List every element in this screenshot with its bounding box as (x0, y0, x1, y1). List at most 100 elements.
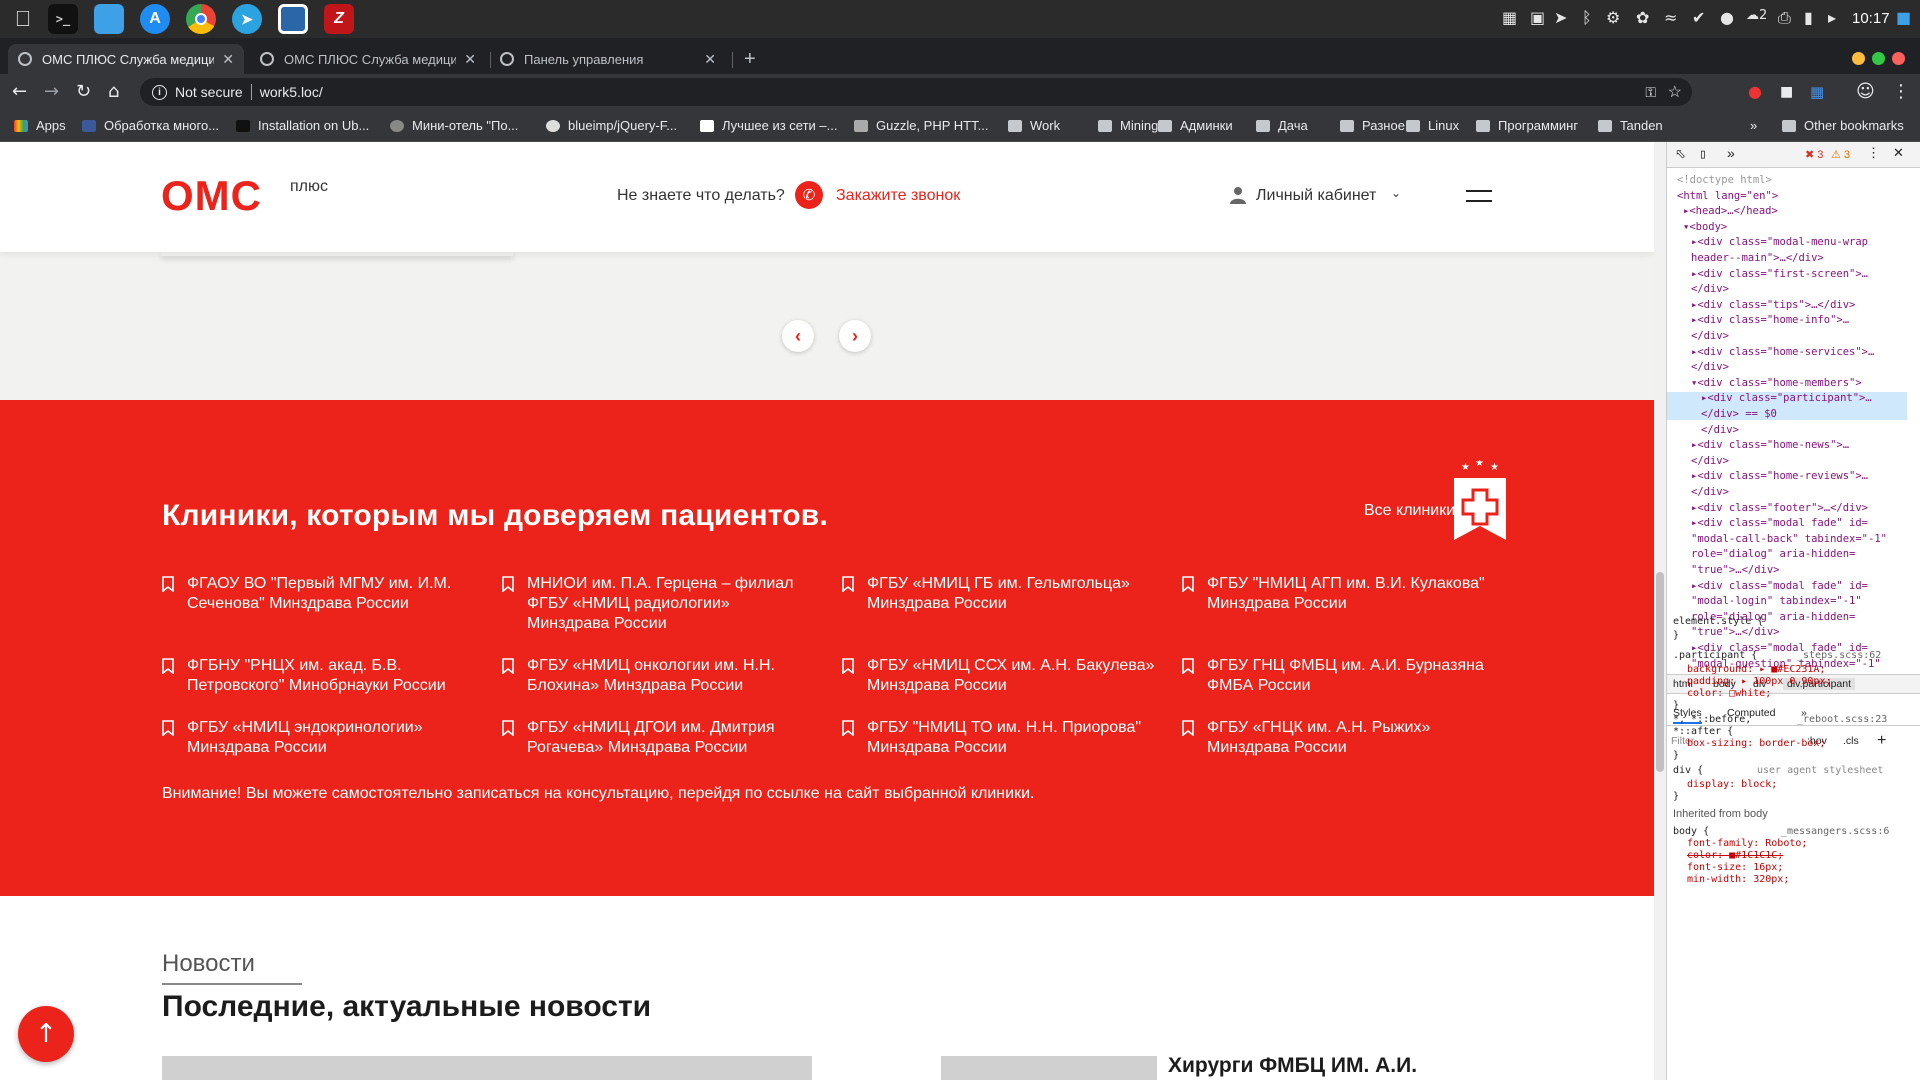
bookmark-star-icon[interactable]: ☆ (1668, 82, 1682, 102)
clinic-item[interactable]: ФГБУ «НМИЦ ССХ им. А.Н. Бакулева» Минздра… (842, 656, 1154, 696)
bookmarks-overflow-icon[interactable]: » (1750, 118, 1757, 133)
style-line[interactable]: } (1673, 750, 1679, 761)
bookmark-folder[interactable]: Work (1008, 118, 1060, 133)
dom-line[interactable]: ▸<div class="modal fade" id= (1691, 517, 1868, 529)
bookmark-folder[interactable]: Дача (1256, 118, 1308, 133)
tray-app-icon[interactable]: ⚙ (1606, 8, 1620, 27)
style-line[interactable]: color: ■#1C1C1C; (1687, 850, 1783, 861)
tab-1[interactable]: ОМС ПЛЮС Служба медици ✕ (8, 44, 244, 74)
style-line[interactable]: _messangers.scss:6 (1781, 826, 1889, 837)
news-headline[interactable]: Хирурги ФМБЦ ИМ. А.И. (1168, 1054, 1417, 1078)
dom-line[interactable]: </div> (1701, 424, 1739, 436)
dom-line[interactable]: ▸<div class="home-info">… (1691, 314, 1849, 326)
chrome-menu-icon[interactable]: ⋮ (1892, 82, 1910, 102)
tray-app2-icon[interactable]: ✿ (1636, 8, 1649, 27)
dom-line[interactable]: ▸<div class="tips">…</div> (1691, 299, 1855, 311)
dom-line[interactable]: "true">…</div> (1691, 626, 1780, 638)
dom-line[interactable]: ▾<div class="home-members"> (1691, 377, 1862, 389)
bookmark-folder[interactable]: Программинг (1476, 118, 1578, 133)
translate-icon[interactable]: ▦ (1810, 82, 1824, 102)
style-line[interactable]: div { (1673, 765, 1703, 776)
style-line[interactable]: display: block; (1687, 779, 1777, 790)
dom-line[interactable]: "modal-login" tabindex="-1" (1691, 595, 1862, 607)
dom-line[interactable]: </div> (1691, 486, 1729, 498)
news-image[interactable] (162, 1056, 812, 1080)
bookmark-item[interactable]: Мини-отель "По... (390, 118, 518, 133)
clinic-item[interactable]: ФГБУ «НМИЦ онкологии им. Н.Н. Блохина» Ми… (502, 656, 775, 696)
slider-next-button[interactable]: › (839, 320, 871, 352)
bookmark-item[interactable]: Installation on Ub... (236, 118, 369, 133)
site-logo[interactable]: ОМС (161, 172, 262, 220)
dom-line[interactable]: ▸<div class="home-news">… (1691, 439, 1849, 451)
clinic-item[interactable]: ФГБУ "НМИЦ ТО им. Н.Н. Приорова" Минздрав… (842, 718, 1141, 758)
style-line[interactable]: box-sizing: border-box; (1687, 738, 1825, 749)
warning-count[interactable]: ⚠ 3 (1831, 148, 1850, 161)
bookmark-folder[interactable]: Разное (1340, 118, 1405, 133)
maximize-window-button[interactable] (1872, 52, 1885, 65)
close-devtools-icon[interactable]: ✕ (1893, 146, 1904, 161)
more-panels-icon[interactable]: » (1727, 145, 1735, 161)
dom-line[interactable]: </div> (1691, 455, 1729, 467)
bookmark-item[interactable]: Guzzle, PHP HTT... (854, 118, 988, 133)
wifi-icon[interactable]: ≈ (1664, 8, 1677, 27)
style-line[interactable]: *, *::before, (1673, 714, 1751, 725)
sound-icon[interactable]: ▸ (1828, 8, 1836, 27)
bookmark-folder[interactable]: Tanden (1598, 118, 1663, 133)
style-line[interactable]: _reboot.scss:23 (1797, 714, 1887, 725)
address-bar[interactable]: i Not secure work5.loc/ ⚿ ☆ (140, 78, 1692, 106)
close-window-button[interactable] (1892, 52, 1905, 65)
style-line[interactable]: user agent stylesheet (1757, 765, 1883, 776)
clinic-item[interactable]: ФГБНУ "РНЦХ им. акад. Б.В. Петровского" М… (162, 656, 446, 696)
add-style-rule-icon[interactable]: + (1877, 732, 1886, 750)
style-line[interactable]: } (1673, 630, 1679, 641)
clinic-item[interactable]: МНИОИ им. П.А. Герцена – филиал ФГБУ «НМИ… (502, 574, 794, 634)
bookmark-folder[interactable]: Админки (1158, 118, 1233, 133)
clinic-item[interactable]: ФГБУ «НМИЦ ГБ им. Гельмгольца» Минздрава … (842, 574, 1130, 614)
reload-icon[interactable]: ↻ (76, 82, 91, 102)
dom-line[interactable]: </div> == $0 (1701, 408, 1777, 420)
style-line[interactable]: color: □white; (1687, 688, 1771, 699)
style-line[interactable]: min-width: 320px; (1687, 874, 1789, 885)
forward-arrow-icon[interactable]: → (44, 82, 59, 102)
clinic-item[interactable]: ФГБУ «НМИЦ ДГОИ им. Дмитрия Рогачева» Мин… (502, 718, 775, 758)
dom-line[interactable]: ▸<div class="footer">…</div> (1691, 502, 1868, 514)
apple-icon[interactable]:  (8, 4, 38, 34)
style-line[interactable]: *::after { (1673, 726, 1733, 737)
callback-link[interactable]: Закажите звонок (836, 187, 960, 205)
news-image[interactable] (941, 1056, 1157, 1080)
chrome-icon[interactable] (186, 4, 216, 34)
device-toggle-icon[interactable]: ▯ (1699, 147, 1707, 162)
class-toggle[interactable]: .cls (1843, 735, 1859, 747)
scroll-to-top-button[interactable]: ↑ (18, 1006, 74, 1062)
new-tab-button[interactable]: + (738, 44, 768, 74)
scrollbar-thumb[interactable] (1656, 572, 1664, 772)
printer-icon[interactable]: ⎙ (1778, 8, 1791, 28)
dom-line[interactable]: ▸<div class="modal-menu-wrap (1691, 236, 1868, 248)
close-tab-icon[interactable]: ✕ (222, 51, 234, 68)
style-line[interactable]: padding: ▸ 100px 0 90px; (1687, 676, 1832, 687)
dom-line[interactable]: "true">…</div> (1691, 564, 1780, 576)
all-clinics-link[interactable]: Все клиники (1364, 502, 1455, 520)
style-line[interactable]: font-size: 16px; (1687, 862, 1783, 873)
dom-line[interactable]: </div> (1691, 283, 1729, 295)
dom-line[interactable]: ▸<div class="participant">… (1701, 392, 1872, 404)
screen-icon[interactable]: ▣ (1530, 8, 1545, 27)
close-tab-icon[interactable]: ✕ (704, 51, 716, 68)
dom-line[interactable]: ▸<head>…</head> (1683, 205, 1778, 217)
tray-badge-icon[interactable]: ☁2 (1746, 8, 1767, 23)
style-line[interactable]: background: ▸ ■#EC231A; (1687, 664, 1825, 675)
bookmark-apps[interactable]: Apps (14, 118, 66, 133)
key-icon[interactable]: ⚿ (1645, 84, 1656, 101)
error-count[interactable]: ✖ 3 (1805, 148, 1823, 161)
home-icon[interactable]: ⌂ (108, 82, 119, 102)
flag-us-icon[interactable]: ▦ (1502, 8, 1517, 27)
style-line[interactable]: } (1673, 791, 1679, 802)
clinic-item[interactable]: ФГБУ "НМИЦ АГП им. В.И. Кулакова" Минздра… (1182, 574, 1485, 614)
cabinet-link[interactable]: Личный кабинет (1256, 187, 1376, 205)
extension-icon[interactable]: ■ (1780, 82, 1793, 102)
close-tab-icon[interactable]: ✕ (464, 51, 476, 68)
style-line[interactable]: body { (1673, 826, 1709, 837)
filezilla-icon[interactable]: Z (324, 4, 354, 34)
bluetooth-icon[interactable]: ᛒ (1582, 8, 1592, 27)
style-line[interactable]: .participant { (1673, 650, 1757, 661)
